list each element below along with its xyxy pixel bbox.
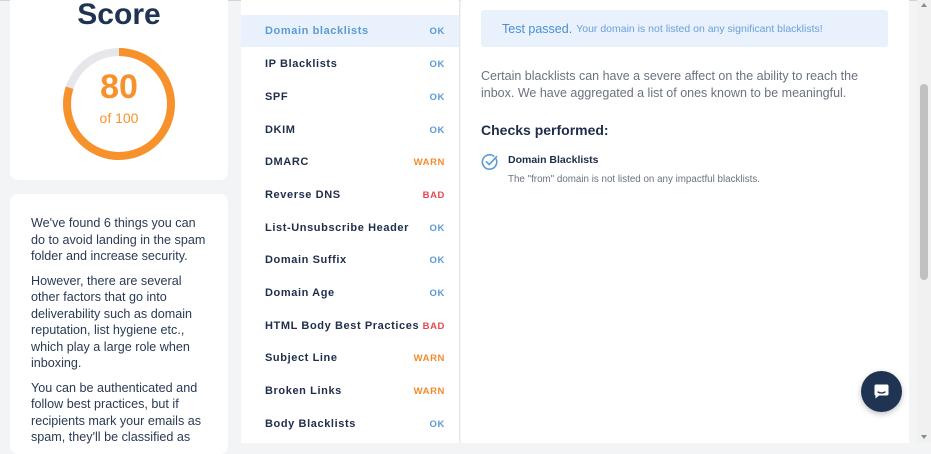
check-status: WARN xyxy=(413,385,445,397)
chat-launcher-button[interactable] xyxy=(861,371,902,412)
check-name: Reverse DNS xyxy=(265,189,341,201)
check-name: SPF xyxy=(265,91,289,103)
check-name: List-Unsubscribe Header xyxy=(265,222,410,234)
check-name: DMARC xyxy=(265,156,309,168)
check-row-domain-age[interactable]: Domain Age OK xyxy=(241,277,459,309)
page-scrollbar[interactable] xyxy=(917,0,931,443)
score-card: Score 80 of 100 xyxy=(10,0,228,180)
score-ring: 80 of 100 xyxy=(61,46,177,162)
scroll-down-arrow-icon[interactable] xyxy=(921,435,927,439)
score-value: 80 xyxy=(100,68,138,106)
check-status: OK xyxy=(429,254,445,266)
check-row-domain-blacklists[interactable]: Domain blacklists OK xyxy=(241,15,459,47)
check-status: WARN xyxy=(413,352,445,364)
checks-performed-heading: Checks performed: xyxy=(481,122,609,138)
summary-paragraph: We've found 6 things you can do to avoid… xyxy=(31,216,206,263)
summary-paragraph: However, there are several other factors… xyxy=(31,273,193,371)
check-row-reverse-dns[interactable]: Reverse DNS BAD xyxy=(241,179,459,211)
check-name: Broken Links xyxy=(265,385,342,397)
result-banner: Test passed. Your domain is not listed o… xyxy=(481,10,888,47)
performed-check-title: Domain Blacklists xyxy=(508,154,599,166)
check-status: OK xyxy=(429,91,445,103)
performed-check-description: The "from" domain is not listed on any i… xyxy=(508,174,760,185)
check-row-broken-links[interactable]: Broken Links WARN xyxy=(241,375,459,407)
check-name: IP Blacklists xyxy=(265,58,338,70)
check-row-domain-suffix[interactable]: Domain Suffix OK xyxy=(241,244,459,276)
check-status: BAD xyxy=(422,189,445,201)
check-row-ip-blacklists[interactable]: IP Blacklists OK xyxy=(241,48,459,80)
check-name: Subject Line xyxy=(265,352,338,364)
score-title: Score xyxy=(77,0,161,31)
check-row-dkim[interactable]: DKIM OK xyxy=(241,114,459,146)
check-name: DKIM xyxy=(265,124,296,136)
check-status: OK xyxy=(429,222,445,234)
summary-card: We've found 6 things you can do to avoid… xyxy=(10,194,228,454)
check-row-list-unsubscribe-header[interactable]: List-Unsubscribe Header OK xyxy=(241,212,459,244)
check-description: Certain blacklists can have a severe aff… xyxy=(481,69,859,100)
scrollbar-thumb[interactable] xyxy=(920,84,928,280)
banner-title: Test passed. xyxy=(502,21,573,36)
banner-text: Your domain is not listed on any signifi… xyxy=(576,22,823,35)
check-name: Domain blacklists xyxy=(265,25,369,37)
check-detail-panel: Test passed. Your domain is not listed o… xyxy=(461,0,909,443)
summary-paragraph: You can be authenticated and follow best… xyxy=(31,380,202,445)
check-name: Body Blacklists xyxy=(265,418,356,430)
check-row-subject-line[interactable]: Subject Line WARN xyxy=(241,342,459,374)
check-row-dmarc[interactable]: DMARC WARN xyxy=(241,146,459,178)
check-status: OK xyxy=(429,124,445,136)
check-status: OK xyxy=(429,418,445,430)
checks-list: Domain blacklists OK IP Blacklists OK SP… xyxy=(241,0,460,443)
check-name: HTML Body Best Practices xyxy=(265,320,420,332)
scroll-up-arrow-icon[interactable] xyxy=(921,3,927,7)
check-status: WARN xyxy=(413,156,445,168)
check-name: Domain Age xyxy=(265,287,335,299)
chat-bubble-icon xyxy=(874,384,889,399)
check-status: OK xyxy=(429,287,445,299)
score-max-label: of 100 xyxy=(99,110,139,126)
check-row-html-body-best-practices[interactable]: HTML Body Best Practices BAD xyxy=(241,310,459,342)
check-row-body-blacklists[interactable]: Body Blacklists OK xyxy=(241,408,459,440)
check-name: Domain Suffix xyxy=(265,254,347,266)
check-status: OK xyxy=(429,58,445,70)
check-circle-icon xyxy=(481,153,499,171)
check-status: BAD xyxy=(422,320,445,332)
check-row-spf[interactable]: SPF OK xyxy=(241,81,459,113)
check-status: OK xyxy=(429,25,445,37)
